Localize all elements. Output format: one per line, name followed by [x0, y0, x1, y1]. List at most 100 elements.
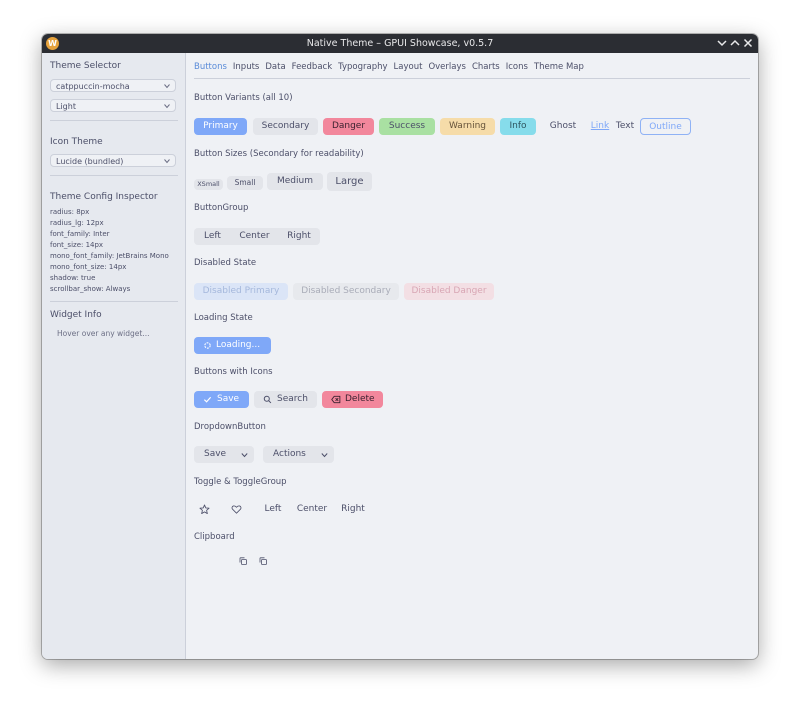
- search-icon: [263, 395, 272, 404]
- config-line: mono_font_size: 14px: [50, 263, 127, 271]
- section-title-disabled: Disabled State: [194, 258, 257, 268]
- section-title-variants: Button Variants (all 10): [194, 93, 293, 103]
- delete-button[interactable]: Delete: [322, 391, 383, 408]
- star-icon[interactable]: [199, 504, 210, 515]
- chevron-down-icon: [241, 453, 248, 458]
- widget-info-heading: Widget Info: [50, 310, 102, 320]
- mode-select-value: Light: [56, 102, 76, 111]
- divider: [50, 120, 178, 121]
- widget-info-hint: Hover over any widget...: [57, 329, 150, 338]
- divider: [50, 175, 178, 176]
- backspace-icon: [331, 395, 341, 404]
- tab-buttons[interactable]: Buttons: [194, 62, 227, 76]
- save-button-label: Save: [217, 394, 240, 404]
- toggle-right[interactable]: Right: [334, 501, 372, 518]
- check-icon: [203, 396, 212, 403]
- maximize-chevron-icon[interactable]: [729, 37, 741, 49]
- tab-icons[interactable]: Icons: [506, 62, 528, 76]
- actions-dropdown-label: Actions: [273, 449, 306, 459]
- toggle-center[interactable]: Center: [290, 501, 334, 518]
- small-button[interactable]: Small: [227, 176, 263, 190]
- tab-feedback[interactable]: Feedback: [292, 62, 332, 76]
- delete-button-label: Delete: [345, 394, 375, 404]
- button-group: Left Center Right: [194, 228, 320, 245]
- section-title-toggle: Toggle & ToggleGroup: [194, 477, 287, 487]
- icon-theme-heading: Icon Theme: [50, 137, 103, 147]
- tab-layout[interactable]: Layout: [394, 62, 423, 76]
- config-line: radius_lg: 12px: [50, 219, 104, 227]
- outline-button[interactable]: Outline: [640, 118, 691, 135]
- chevron-down-icon: [164, 104, 170, 109]
- tab-overlays[interactable]: Overlays: [428, 62, 465, 76]
- tab-bar-divider: [194, 78, 750, 79]
- disabled-secondary-button: Disabled Secondary: [293, 283, 399, 300]
- section-title-icons: Buttons with Icons: [194, 367, 273, 377]
- config-line: radius: 8px: [50, 208, 90, 216]
- xsmall-button[interactable]: XSmall: [194, 179, 223, 190]
- warning-button[interactable]: Warning: [440, 118, 495, 135]
- toggle-left[interactable]: Left: [256, 501, 290, 518]
- danger-button[interactable]: Danger: [323, 118, 374, 135]
- theme-selector-heading: Theme Selector: [50, 61, 121, 71]
- section-title-dropdown: DropdownButton: [194, 422, 266, 432]
- success-button[interactable]: Success: [379, 118, 435, 135]
- divider: [50, 301, 178, 302]
- text-button[interactable]: Text: [612, 118, 638, 135]
- tab-typography[interactable]: Typography: [338, 62, 387, 76]
- medium-button[interactable]: Medium: [267, 173, 323, 190]
- group-left-button[interactable]: Left: [194, 228, 231, 245]
- icon-theme-select[interactable]: Lucide (bundled): [50, 154, 176, 167]
- disabled-primary-button: Disabled Primary: [194, 283, 288, 300]
- group-right-button[interactable]: Right: [278, 228, 320, 245]
- section-title-group: ButtonGroup: [194, 203, 249, 213]
- window-title: Native Theme – GPUI Showcase, v0.5.7: [306, 38, 494, 49]
- actions-dropdown-button[interactable]: Actions: [263, 446, 334, 463]
- copy-icon[interactable]: [259, 557, 267, 565]
- chevron-down-icon: [164, 84, 170, 89]
- ghost-button[interactable]: Ghost: [544, 118, 582, 135]
- loading-button[interactable]: Loading...: [194, 337, 271, 354]
- section-title-clipboard: Clipboard: [194, 532, 235, 542]
- theme-select[interactable]: catppuccin-mocha: [50, 79, 176, 92]
- chevron-down-icon: [164, 159, 170, 164]
- info-button[interactable]: Info: [500, 118, 536, 135]
- config-line: font_size: 14px: [50, 241, 104, 249]
- config-inspector-heading: Theme Config Inspector: [50, 192, 158, 202]
- save-button[interactable]: Save: [194, 391, 249, 408]
- app-window: W Native Theme – GPUI Showcase, v0.5.7 T…: [42, 34, 758, 659]
- loading-button-label: Loading...: [216, 340, 261, 350]
- save-dropdown-label: Save: [204, 449, 227, 459]
- main-panel: Buttons Inputs Data Feedback Typography …: [186, 53, 758, 659]
- tab-charts[interactable]: Charts: [472, 62, 500, 76]
- link-button[interactable]: Link: [588, 118, 612, 135]
- copy-icon[interactable]: [239, 557, 247, 565]
- save-dropdown-button[interactable]: Save: [194, 446, 254, 463]
- minimize-chevron-icon[interactable]: [716, 37, 728, 49]
- sidebar: Theme Selector catppuccin-mocha Light Ic…: [42, 53, 186, 659]
- spinner-icon: [204, 342, 211, 349]
- group-center-button[interactable]: Center: [231, 228, 278, 245]
- section-title-loading: Loading State: [194, 313, 253, 323]
- search-button-label: Search: [277, 394, 308, 404]
- tab-data[interactable]: Data: [265, 62, 285, 76]
- title-bar: W Native Theme – GPUI Showcase, v0.5.7: [42, 34, 758, 53]
- tab-bar: Buttons Inputs Data Feedback Typography …: [194, 62, 590, 76]
- disabled-danger-button: Disabled Danger: [404, 283, 494, 300]
- search-button[interactable]: Search: [254, 391, 317, 408]
- close-icon[interactable]: [742, 37, 754, 49]
- chevron-down-icon: [321, 453, 328, 458]
- secondary-button[interactable]: Secondary: [253, 118, 318, 135]
- mode-select[interactable]: Light: [50, 99, 176, 112]
- config-line: mono_font_family: JetBrains Mono: [50, 252, 169, 260]
- icon-theme-select-value: Lucide (bundled): [56, 157, 124, 166]
- tab-theme-map[interactable]: Theme Map: [534, 62, 584, 76]
- large-button[interactable]: Large: [327, 172, 372, 191]
- config-line: scrollbar_show: Always: [50, 285, 131, 293]
- theme-select-value: catppuccin-mocha: [56, 82, 130, 91]
- config-line: font_family: Inter: [50, 230, 110, 238]
- section-title-sizes: Button Sizes (Secondary for readability): [194, 149, 364, 159]
- config-line: shadow: true: [50, 274, 96, 282]
- tab-inputs[interactable]: Inputs: [233, 62, 259, 76]
- heart-icon[interactable]: [231, 504, 242, 515]
- primary-button[interactable]: Primary: [194, 118, 247, 135]
